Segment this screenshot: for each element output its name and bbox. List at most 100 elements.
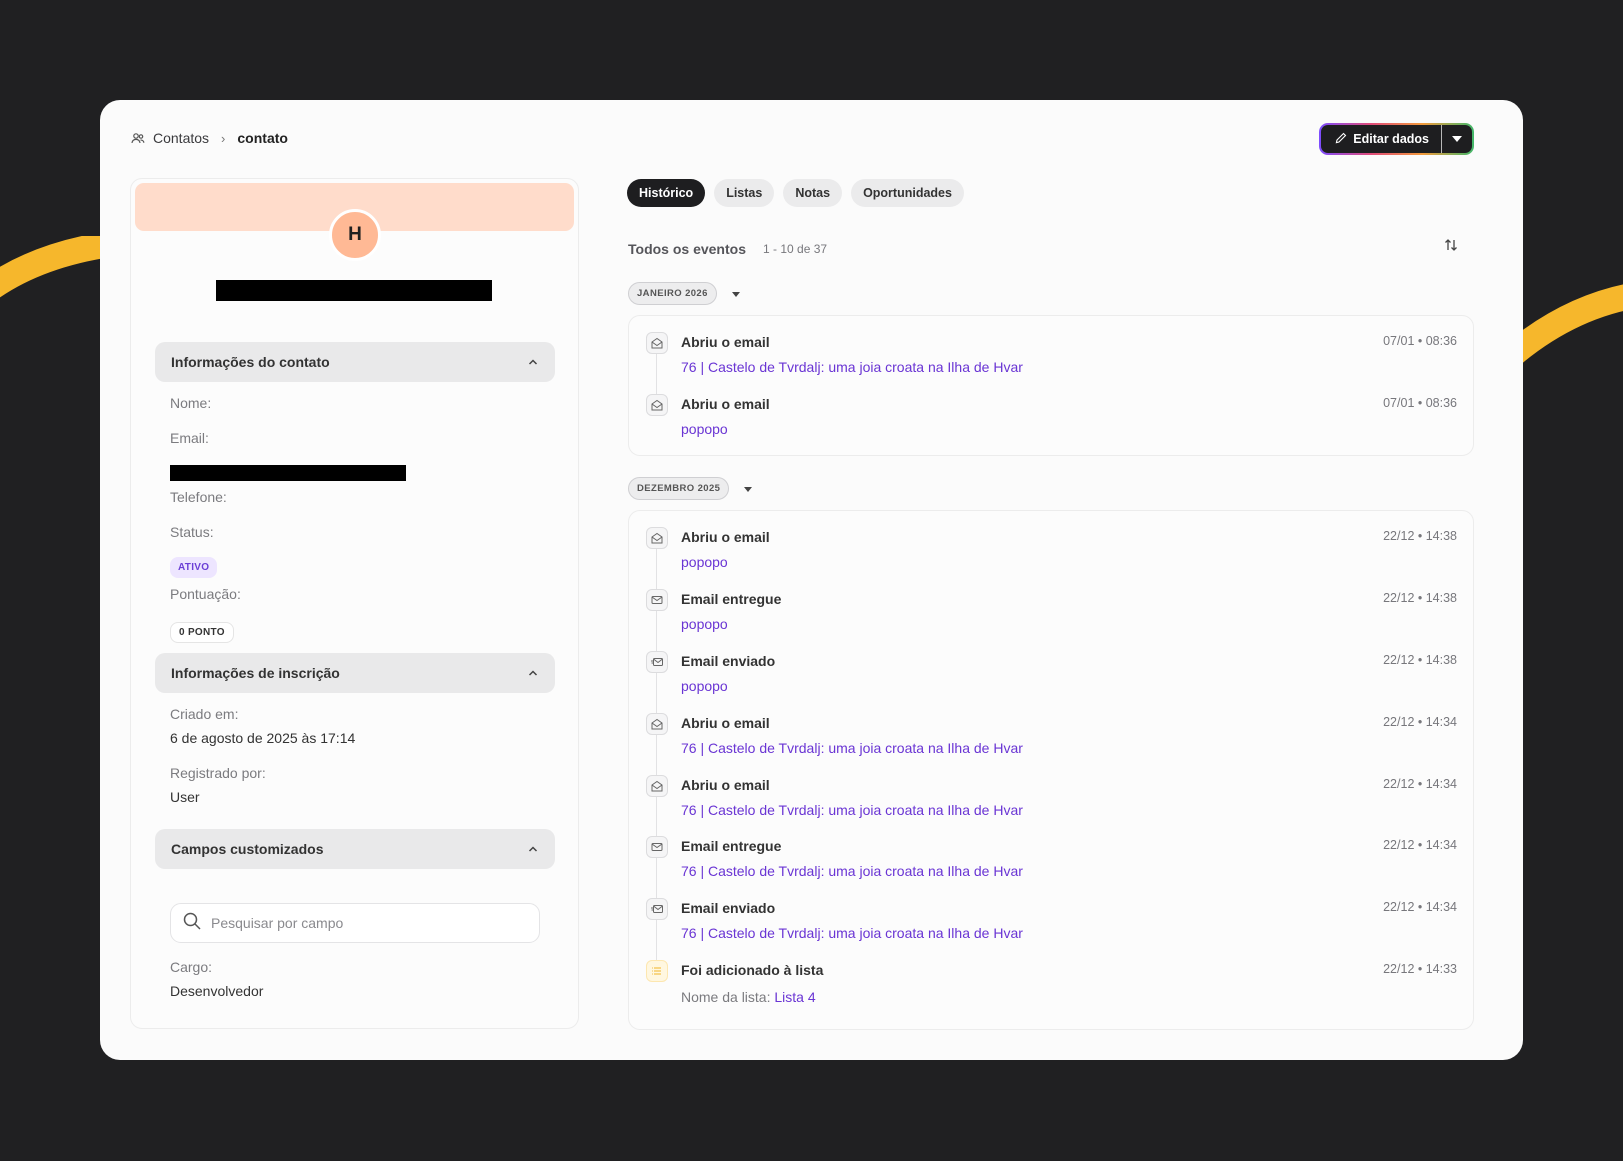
event-time: 22/12 • 14:38: [1383, 591, 1457, 605]
email-label: Email:: [170, 430, 209, 446]
event-title: Abriu o email: [681, 334, 770, 350]
event-title: Foi adicionado à lista: [681, 962, 824, 978]
custom-field-search: [170, 903, 540, 943]
contact-detail-card: Contatos › contato Editar dados H Inform…: [100, 100, 1523, 1060]
month-pill: JANEIRO 2026: [628, 282, 717, 305]
event-item: Email enviado 76 | Castelo de Tvrdalj: u…: [629, 898, 1473, 948]
event-item: Abriu o email 76 | Castelo de Tvrdalj: u…: [629, 332, 1473, 382]
event-subtitle-link[interactable]: 76 | Castelo de Tvrdalj: uma joia croata…: [681, 925, 1023, 941]
pontuacao-label: Pontuação:: [170, 586, 241, 602]
nome-label: Nome:: [170, 395, 212, 411]
cargo-value: Desenvolvedor: [170, 983, 264, 999]
event-title: Abriu o email: [681, 777, 770, 793]
event-item: Foi adicionado à lista Nome da lista: Li…: [629, 960, 1473, 1010]
events-title: Todos os eventos: [628, 241, 746, 257]
event-title: Email entregue: [681, 591, 782, 607]
email-open-icon: [646, 332, 668, 354]
edit-divider: [1441, 125, 1442, 153]
breadcrumb-current: contato: [237, 130, 288, 146]
criado-value: 6 de agosto de 2025 às 17:14: [170, 730, 356, 746]
contacts-icon: [131, 131, 145, 145]
event-item: Email enviado popopo 22/12 • 14:38: [629, 651, 1473, 701]
mail-send-icon: [646, 898, 668, 920]
event-subtitle-link[interactable]: 76 | Castelo de Tvrdalj: uma joia croata…: [681, 863, 1023, 879]
caret-down-icon: [1452, 136, 1462, 142]
subscription-info-title: Informações de inscrição: [171, 665, 340, 681]
edit-options-dropdown[interactable]: [1442, 125, 1472, 153]
custom-fields-section-toggle[interactable]: Campos customizados: [155, 829, 555, 869]
event-item: Abriu o email 76 | Castelo de Tvrdalj: u…: [629, 775, 1473, 825]
edit-data-button[interactable]: Editar dados: [1321, 125, 1441, 153]
list-name-link[interactable]: Lista 4: [774, 989, 815, 1005]
breadcrumb-contatos-link[interactable]: Contatos: [153, 130, 209, 146]
mail-icon: [646, 836, 668, 858]
event-title: Email enviado: [681, 900, 776, 916]
event-subtitle-link[interactable]: 76 | Castelo de Tvrdalj: uma joia croata…: [681, 740, 1023, 756]
score-badge: 0 PONTO: [170, 622, 234, 643]
registrado-value: User: [170, 789, 200, 805]
chevron-right-icon: ›: [221, 130, 226, 146]
email-open-icon: [646, 394, 668, 416]
event-subtitle-link[interactable]: popopo: [681, 554, 728, 570]
status-badge: ATIVO: [170, 557, 218, 578]
caret-down-icon[interactable]: [731, 289, 741, 299]
custom-fields-title: Campos customizados: [171, 841, 324, 857]
list-icon: [646, 960, 668, 982]
event-title: Abriu o email: [681, 529, 770, 545]
chevron-up-icon: [527, 356, 539, 368]
event-time: 07/01 • 08:36: [1383, 396, 1457, 410]
event-subtitle-link[interactable]: popopo: [681, 421, 728, 437]
caret-down-icon[interactable]: [743, 484, 753, 494]
event-time: 22/12 • 14:38: [1383, 529, 1457, 543]
tab-notas[interactable]: Notas: [783, 179, 843, 207]
pencil-icon: [1335, 132, 1347, 147]
event-title: Email enviado: [681, 653, 776, 669]
edit-data-label: Editar dados: [1353, 132, 1429, 146]
event-time: 22/12 • 14:33: [1383, 962, 1457, 976]
events-range: 1 - 10 de 37: [763, 242, 828, 256]
tab-bar: Histórico Listas Notas Oportunidades: [627, 179, 964, 207]
event-time: 22/12 • 14:34: [1383, 777, 1457, 791]
event-subtitle-link[interactable]: popopo: [681, 678, 728, 694]
breadcrumb: Contatos › contato: [131, 130, 288, 146]
event-time: 07/01 • 08:36: [1383, 334, 1457, 348]
event-title: Abriu o email: [681, 715, 770, 731]
event-time: 22/12 • 14:34: [1383, 838, 1457, 852]
tab-oportunidades[interactable]: Oportunidades: [851, 179, 964, 207]
chevron-up-icon: [527, 667, 539, 679]
sort-icon[interactable]: [1443, 237, 1459, 253]
subscription-info-section-toggle[interactable]: Informações de inscrição: [155, 653, 555, 693]
registrado-label: Registrado por:: [170, 765, 266, 781]
status-label: Status:: [170, 524, 214, 540]
event-item: Email entregue 76 | Castelo de Tvrdalj: …: [629, 836, 1473, 886]
event-time: 22/12 • 14:34: [1383, 715, 1457, 729]
tab-listas[interactable]: Listas: [714, 179, 775, 207]
event-item: Email entregue popopo 22/12 • 14:38: [629, 589, 1473, 639]
email-open-icon: [646, 775, 668, 797]
chevron-up-icon: [527, 843, 539, 855]
contact-info-title: Informações do contato: [171, 354, 330, 370]
event-item: Abriu o email popopo 22/12 • 14:38: [629, 527, 1473, 577]
mail-send-icon: [646, 651, 668, 673]
custom-field-search-input[interactable]: [211, 915, 531, 931]
event-time: 22/12 • 14:38: [1383, 653, 1457, 667]
event-subtitle-link[interactable]: 76 | Castelo de Tvrdalj: uma joia croata…: [681, 802, 1023, 818]
event-list-dec: Abriu o email popopo 22/12 • 14:38 Email…: [628, 510, 1474, 1030]
avatar: H: [329, 209, 381, 261]
event-subtitle-link[interactable]: 76 | Castelo de Tvrdalj: uma joia croata…: [681, 359, 1023, 375]
contact-info-section-toggle[interactable]: Informações do contato: [155, 342, 555, 382]
month-pill: DEZEMBRO 2025: [628, 477, 730, 500]
event-title: Email entregue: [681, 838, 782, 854]
tab-historico[interactable]: Histórico: [627, 179, 706, 207]
criado-label: Criado em:: [170, 706, 239, 722]
event-subtitle: Nome da lista: Lista 4: [681, 989, 816, 1005]
cargo-label: Cargo:: [170, 959, 213, 975]
month-group-header-dec: DEZEMBRO 2025: [628, 477, 753, 500]
event-list-jan: Abriu o email 76 | Castelo de Tvrdalj: u…: [628, 315, 1474, 456]
redacted-contact-name: [216, 280, 492, 301]
list-name-label: Nome da lista:: [681, 989, 771, 1005]
event-item: Abriu o email popopo 07/01 • 08:36: [629, 394, 1473, 444]
event-item: Abriu o email 76 | Castelo de Tvrdalj: u…: [629, 713, 1473, 763]
event-subtitle-link[interactable]: popopo: [681, 616, 728, 632]
event-time: 22/12 • 14:34: [1383, 900, 1457, 914]
